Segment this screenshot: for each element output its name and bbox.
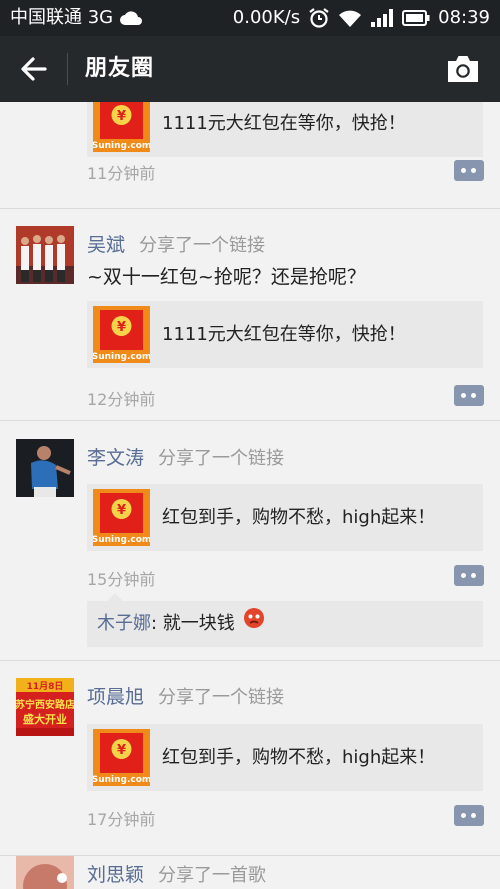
thumb-symbol: ¥	[117, 109, 126, 124]
avatar[interactable]	[16, 856, 74, 889]
commenter-name[interactable]: 木子娜	[97, 613, 151, 634]
post-author-line: 项晨旭 分享了一个链接	[87, 682, 284, 709]
cloud-icon	[119, 9, 143, 27]
post-timestamp: 15分钟前	[87, 570, 156, 589]
wifi-icon	[338, 8, 362, 28]
link-card[interactable]: ¥ Suning.com 1111元大红包在等你，快抢！	[87, 102, 483, 157]
author-name[interactable]: 刘思颖	[87, 864, 144, 886]
thumb-symbol: ¥	[117, 503, 126, 518]
avatar-banner-line1: 苏宁西安路店	[16, 698, 74, 711]
network-speed: 0.00K/s	[232, 7, 301, 28]
card-title: 1111元大红包在等你，快抢！	[162, 324, 406, 345]
status-bar: 中国联通 3G 0.00K/s 08:39	[0, 0, 500, 36]
post-author-line: 李文涛 分享了一个链接	[87, 443, 284, 470]
link-card[interactable]: ¥ Suning.com 红包到手，购物不愁，high起来！	[87, 724, 483, 791]
thumb-brand: Suning.com	[93, 775, 150, 785]
avatar[interactable]: 11月8日 苏宁西安路店 盛大开业	[16, 678, 74, 736]
post-item: 11月8日 苏宁西安路店 盛大开业 项晨旭 分享了一个链接 ¥ Suning.com…	[0, 661, 500, 856]
author-name[interactable]: 吴斌	[87, 234, 125, 256]
comment-box: 木子娜: 就一块钱	[87, 593, 483, 647]
comment-icon[interactable]	[454, 160, 484, 181]
post-timestamp: 11分钟前	[87, 164, 156, 183]
angry-face-icon	[243, 601, 265, 647]
comment-icon[interactable]	[454, 805, 484, 826]
back-arrow-icon[interactable]	[18, 53, 50, 85]
avatar[interactable]	[16, 226, 74, 284]
comment-caret	[107, 593, 123, 601]
post-item: 刘思颖 分享了一首歌	[0, 856, 500, 889]
post-item: 吴斌 分享了一个链接 ~双十一红包~抢呢？还是抢呢？ ¥ Suning.com 11…	[0, 208, 500, 421]
battery-icon	[402, 10, 430, 26]
avatar[interactable]	[16, 439, 74, 497]
comment-icon[interactable]	[454, 565, 484, 586]
signal-icon	[370, 8, 394, 28]
post-text: ~双十一红包~抢呢？还是抢呢？	[87, 266, 366, 288]
post-timestamp: 12分钟前	[87, 390, 156, 409]
post-item: ¥ Suning.com 1111元大红包在等你，快抢！ 11分钟前	[0, 102, 500, 209]
comment-text: 就一块钱	[157, 613, 235, 634]
red-envelope-thumb: ¥ Suning.com	[92, 729, 151, 786]
card-title: 1111元大红包在等你，快抢！	[162, 113, 406, 134]
thumb-brand: Suning.com	[93, 141, 150, 151]
red-envelope-thumb: ¥ Suning.com	[92, 306, 151, 363]
avatar-banner-top: 11月8日	[27, 681, 64, 692]
card-title: 红包到手，购物不愁，high起来！	[162, 747, 436, 768]
page-title: 朋友圈	[85, 56, 155, 81]
share-action: 分享了一首歌	[158, 865, 267, 886]
card-title: 红包到手，购物不愁，high起来！	[162, 507, 436, 528]
clock-time: 08:39	[438, 7, 490, 28]
red-envelope-thumb: ¥ Suning.com	[92, 102, 151, 152]
camera-icon[interactable]	[446, 54, 480, 84]
thumb-symbol: ¥	[117, 320, 126, 335]
post-author-line: 刘思颖 分享了一首歌	[87, 860, 266, 887]
bar-divider	[67, 53, 68, 85]
post-item: 李文涛 分享了一个链接 ¥ Suning.com 红包到手，购物不愁，high起来！…	[0, 421, 500, 661]
status-right: 0.00K/s 08:39	[233, 0, 490, 36]
share-action: 分享了一个链接	[139, 235, 266, 256]
avatar-banner-line2: 盛大开业	[23, 712, 67, 726]
share-action: 分享了一个链接	[158, 448, 285, 469]
link-card[interactable]: ¥ Suning.com 1111元大红包在等你，快抢！	[87, 301, 483, 368]
thumb-brand: Suning.com	[93, 535, 150, 545]
thumb-brand: Suning.com	[93, 352, 150, 362]
post-author-line: 吴斌 分享了一个链接	[87, 230, 265, 257]
moments-feed[interactable]: ¥ Suning.com 1111元大红包在等你，快抢！ 11分钟前 吴斌 分享了一…	[0, 102, 500, 889]
action-bar: 朋友圈	[0, 36, 500, 102]
red-envelope-thumb: ¥ Suning.com	[92, 489, 151, 546]
author-name[interactable]: 李文涛	[87, 447, 144, 469]
share-action: 分享了一个链接	[158, 687, 285, 708]
status-left: 中国联通 3G	[10, 0, 143, 36]
post-timestamp: 17分钟前	[87, 810, 156, 829]
comment-icon[interactable]	[454, 385, 484, 406]
thumb-symbol: ¥	[117, 743, 126, 758]
alarm-icon	[308, 7, 330, 29]
author-name[interactable]: 项晨旭	[87, 686, 144, 708]
link-card[interactable]: ¥ Suning.com 红包到手，购物不愁，high起来！	[87, 484, 483, 551]
carrier-label: 中国联通 3G	[10, 7, 114, 28]
